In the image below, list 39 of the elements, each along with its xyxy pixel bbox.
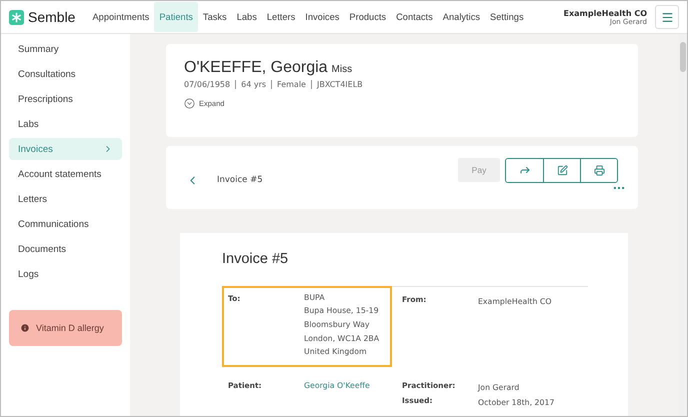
info-icon — [20, 323, 30, 333]
toolbar-title: Invoice #5 — [217, 175, 263, 186]
sidebar-item[interactable]: Account statements — [9, 163, 122, 185]
sidebar-item[interactable]: Prescriptions — [9, 88, 122, 110]
nav-tab[interactable]: Invoices — [300, 2, 344, 32]
alert-text: Vitamin D allergy — [36, 323, 104, 333]
nav-tab[interactable]: Analytics — [438, 2, 485, 32]
sidebar-item[interactable]: Labs — [9, 113, 122, 135]
sidebar-item[interactable]: Communications — [9, 213, 122, 235]
nav-tab[interactable]: Labs — [232, 2, 262, 32]
scrollbar-thumb[interactable] — [680, 42, 686, 72]
organisation-name: ExampleHealth CO — [564, 8, 647, 18]
invoice-heading: Invoice #5 — [222, 250, 290, 267]
nav-tab[interactable]: Contacts — [391, 2, 438, 32]
menu-icon — [660, 10, 674, 24]
nav-tab[interactable]: Tasks — [198, 2, 232, 32]
patient-detail: 64 yrs — [241, 80, 266, 89]
patient-title: Miss — [332, 64, 352, 75]
logo-icon — [9, 10, 24, 24]
nav-tab[interactable]: Settings — [485, 2, 529, 32]
chevron-down-circle-icon — [184, 98, 195, 109]
patient-name: O'KEEFFE, Georgia — [184, 59, 328, 77]
sidebar-item[interactable]: Letters — [9, 188, 122, 210]
forward-arrow-icon — [518, 164, 530, 176]
print-button[interactable] — [580, 158, 617, 182]
brand-name: Semble — [28, 9, 76, 25]
nav-tab[interactable]: Products — [344, 2, 392, 32]
patient-detail: Female — [277, 80, 306, 89]
nav-tab[interactable]: Appointments — [87, 2, 154, 32]
patient-detail: JBXCT4IELB — [316, 80, 363, 89]
sidebar-item[interactable]: Consultations — [9, 63, 122, 85]
printer-icon — [594, 164, 604, 176]
patient-detail: 07/06/1958 — [184, 80, 230, 89]
sidebar-item[interactable]: Summary — [9, 38, 122, 60]
pencil-square-icon — [556, 164, 568, 176]
sidebar-item[interactable]: Logs — [9, 263, 122, 285]
sidebar-item[interactable]: Documents — [9, 238, 122, 260]
menu-button[interactable] — [655, 5, 679, 29]
nav-tab[interactable]: Letters — [262, 2, 300, 32]
